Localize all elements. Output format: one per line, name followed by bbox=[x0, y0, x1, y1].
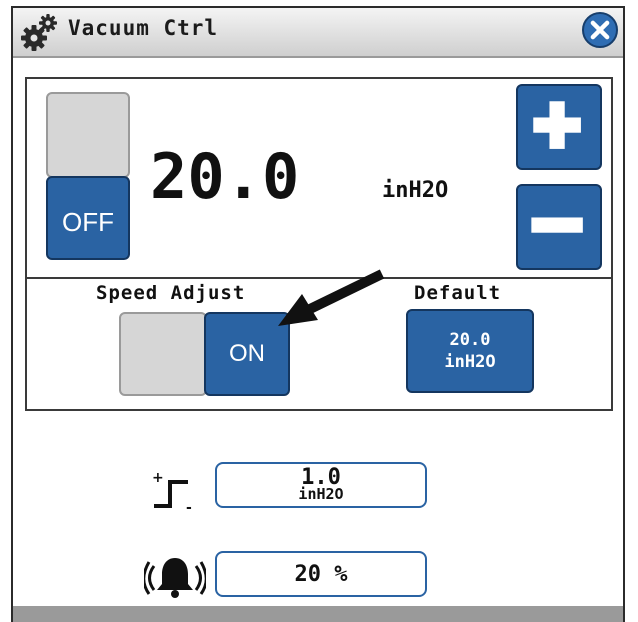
step-increment-field[interactable]: 1.0 inH2O bbox=[215, 462, 427, 508]
step-unit: inH2O bbox=[298, 485, 344, 503]
step-increment-icon: + - bbox=[152, 470, 192, 514]
speed-adjust-off-segment[interactable] bbox=[119, 312, 207, 396]
bottom-bar bbox=[13, 606, 623, 622]
minus-icon bbox=[531, 217, 583, 233]
plus-icon bbox=[533, 101, 581, 149]
default-label: Default bbox=[414, 282, 502, 304]
default-setpoint-button[interactable]: 20.0 inH2O bbox=[406, 309, 534, 393]
setpoint-unit: inH2O bbox=[382, 178, 449, 203]
increase-button[interactable] bbox=[516, 84, 602, 170]
svg-text:+: + bbox=[152, 470, 164, 486]
window-title: Vacuum Ctrl bbox=[68, 16, 219, 40]
close-button[interactable] bbox=[582, 12, 618, 48]
svg-text:-: - bbox=[186, 500, 192, 514]
speed-adjust-label: Speed Adjust bbox=[96, 282, 246, 304]
gears-icon bbox=[21, 14, 57, 51]
default-unit: inH2O bbox=[444, 352, 496, 372]
alarm-threshold-field[interactable]: 20 % bbox=[215, 551, 427, 597]
setpoint-value: 20.0 bbox=[150, 140, 300, 213]
decrease-button[interactable] bbox=[516, 184, 602, 270]
close-icon bbox=[590, 20, 610, 40]
pointer-arrow-icon bbox=[278, 269, 385, 326]
mode-toggle-on-segment[interactable] bbox=[46, 92, 130, 178]
mode-off-button[interactable]: OFF bbox=[46, 176, 130, 260]
alarm-bell-icon bbox=[144, 558, 206, 598]
default-value: 20.0 bbox=[449, 330, 491, 350]
